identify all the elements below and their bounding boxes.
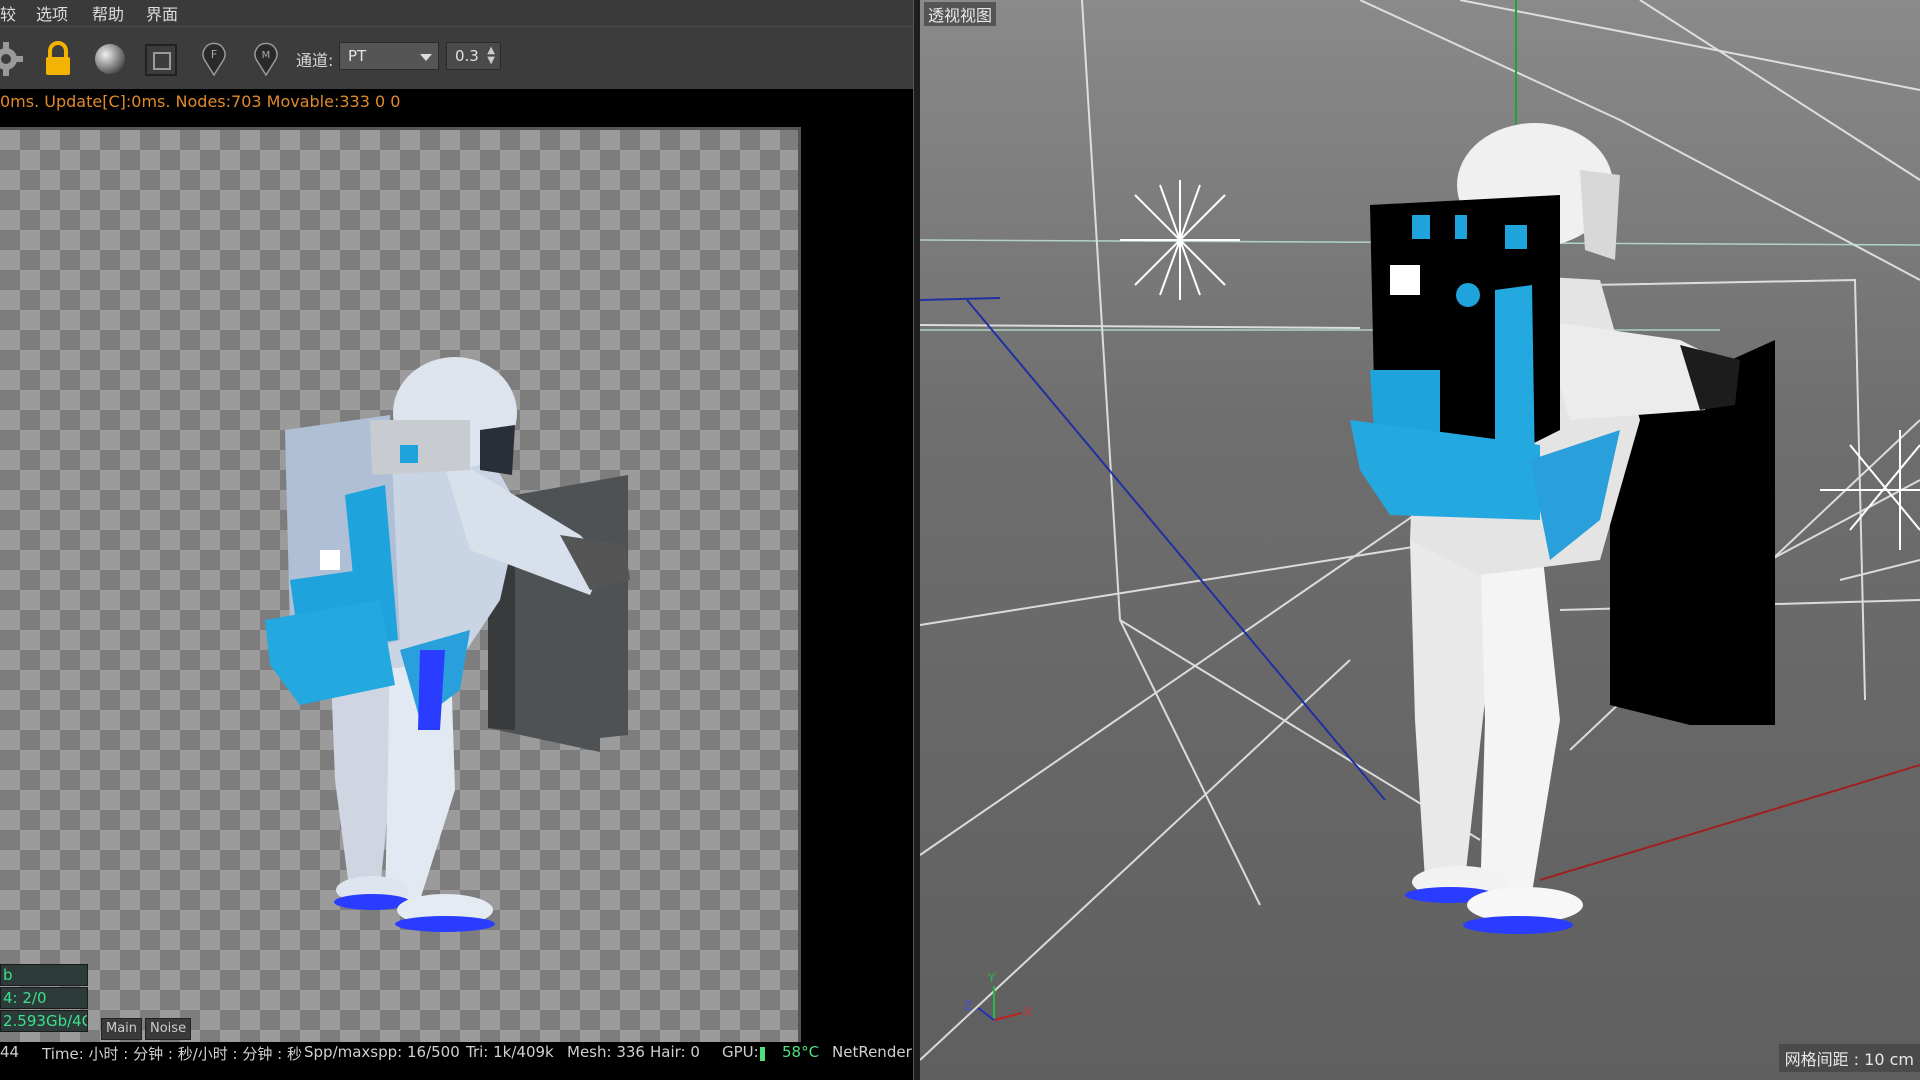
tab-noise[interactable]: Noise: [145, 1018, 192, 1040]
menu-item-compare[interactable]: 较: [0, 1, 16, 25]
menubar: 较 选项 帮助 界面: [0, 0, 913, 26]
stats-netrender: NetRender: [832, 1043, 912, 1061]
stats-temp: 58°C: [782, 1043, 820, 1061]
menu-item-interface[interactable]: 界面: [146, 1, 178, 25]
stats-mesh: Mesh: 336: [567, 1043, 645, 1061]
region-icon[interactable]: [142, 39, 182, 79]
material-pin-icon[interactable]: M: [246, 39, 286, 79]
render-stats-bar: 44 Time: 小时 : 分钟 : 秒/小时 : 分钟 : 秒 Spp/max…: [0, 1041, 913, 1065]
stats-tri: Tri: 1k/409k: [466, 1043, 554, 1061]
tab-main[interactable]: Main: [101, 1018, 143, 1040]
focus-pin-icon[interactable]: F: [194, 39, 234, 79]
value-stepper-value: 0.3: [455, 47, 479, 65]
gear-icon[interactable]: [0, 39, 26, 79]
stats-spp: Spp/maxspp: 16/500: [304, 1043, 460, 1061]
axis-label-x: X: [1024, 1005, 1032, 1019]
channel-label: 通道:: [296, 51, 334, 70]
stats-gpu: GPU:: [722, 1043, 759, 1061]
material-sphere-icon[interactable]: [90, 39, 130, 79]
chevron-down-icon: [420, 54, 432, 61]
menu-item-help[interactable]: 帮助: [92, 1, 124, 25]
axis-label-y: Y: [987, 971, 996, 985]
stats-time: Time: 小时 : 分钟 : 秒/小时 : 分钟 : 秒: [42, 1045, 302, 1063]
info-box-2: 4: 2/0: [0, 987, 88, 1009]
menu-item-options[interactable]: 选项: [36, 1, 68, 25]
channel-select[interactable]: PT: [339, 42, 439, 70]
rendered-astronaut-image: [265, 357, 630, 932]
svg-text:M: M: [262, 50, 271, 61]
stats-count: 44: [0, 1043, 20, 1061]
value-stepper[interactable]: 0.3 ▲ ▼: [446, 42, 501, 70]
axis-gizmo-icon: Y Z X: [964, 971, 1032, 1021]
gpu-usage-indicator: [760, 1047, 765, 1061]
viewport-scene: [920, 0, 1920, 1061]
render-output-frame: [0, 127, 801, 1042]
perspective-viewport[interactable]: 透视视图 Y Z X 网格间距 : 10 cm: [920, 0, 1920, 1080]
stats-hair: Hair: 0: [650, 1043, 700, 1061]
stepper-arrows-icon[interactable]: ▲ ▼: [487, 46, 495, 66]
info-box-1: b: [0, 964, 88, 986]
grid-spacing-label: 网格间距 : 10 cm: [1778, 1044, 1920, 1072]
channel-select-value: PT: [348, 47, 367, 65]
viewport-title: 透视视图: [924, 2, 997, 26]
render-window: 较 选项 帮助 界面 F M 通道: PT 0.3 ▲ ▼ 0ms. Updat…: [0, 0, 913, 1080]
axis-label-z: Z: [964, 999, 972, 1013]
toolbar: F M 通道: PT 0.3 ▲ ▼: [0, 26, 913, 89]
lock-icon[interactable]: [38, 39, 78, 79]
info-box-3: 2.593Gb/4Gb: [0, 1010, 88, 1032]
panel-divider[interactable]: [913, 0, 920, 1080]
render-status-line: 0ms. Update[C]:0ms. Nodes:703 Movable:33…: [0, 92, 401, 111]
svg-text:F: F: [211, 48, 217, 61]
